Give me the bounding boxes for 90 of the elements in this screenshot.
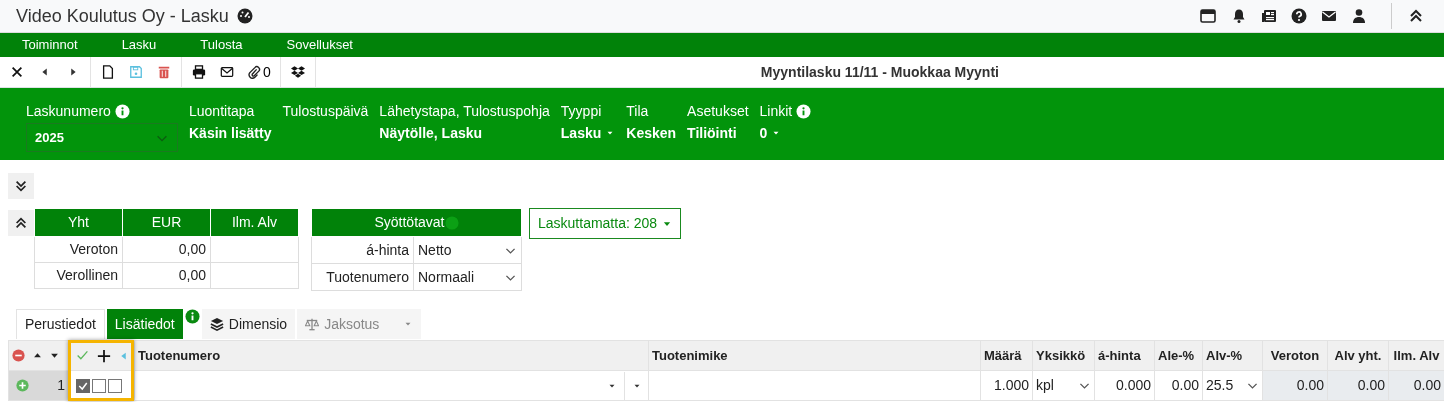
chevrons-up-icon	[14, 216, 28, 230]
tab[interactable]: Perustiedot	[16, 309, 105, 339]
input-field[interactable]: 1.000	[980, 370, 1033, 401]
collapse-button[interactable]	[8, 210, 34, 236]
field-label: Luontitapa	[189, 102, 255, 120]
expand-button[interactable]	[8, 173, 34, 199]
column-header: Yksikkö	[1032, 340, 1095, 371]
table-cell: 0,00	[122, 236, 211, 263]
field-value: Näytölle, Lasku	[379, 124, 484, 143]
column-header: Yht	[34, 208, 123, 237]
dashboard-icon	[236, 8, 253, 24]
row-label: Verollinen	[34, 262, 123, 289]
mail-icon[interactable]	[1321, 8, 1337, 24]
menu-item[interactable]: Toiminnot	[0, 33, 100, 57]
column-header: Tuotenumero	[134, 340, 649, 371]
printer-icon	[192, 65, 206, 79]
column-header: Veroton	[1262, 340, 1328, 371]
window-title: Video Koulutus Oy - Lasku	[16, 4, 229, 28]
checkbox[interactable]	[76, 378, 90, 393]
menu-item[interactable]: Tulosta	[178, 33, 265, 57]
table-cell: 0,00	[122, 262, 211, 289]
table-cell: 0.00	[1296, 377, 1324, 393]
move-down-icon[interactable]	[50, 351, 59, 360]
highlight-frame	[68, 340, 134, 401]
file-icon	[101, 65, 115, 79]
table-cell: 0.00	[1413, 377, 1441, 393]
row-number: 1	[57, 376, 65, 395]
save-icon	[129, 65, 143, 79]
mode-select[interactable]: Netto	[414, 237, 521, 263]
user-icon[interactable]	[1351, 8, 1367, 24]
input-field[interactable]: 0.00	[1154, 370, 1203, 401]
field-label: Linkit	[759, 102, 793, 120]
bell-icon[interactable]	[1231, 8, 1247, 24]
column-header: Ale-%	[1154, 340, 1203, 371]
field-label: Lähetystapa, Tulostuspohja	[379, 102, 550, 120]
menu-item[interactable]: Lasku	[99, 33, 179, 57]
paperclip-icon	[247, 65, 261, 79]
table-title: Syöttötavat	[374, 213, 445, 232]
add-icon[interactable]	[97, 348, 111, 363]
column-header: á-hinta	[1094, 340, 1155, 371]
row-label: á-hinta	[311, 236, 414, 264]
trash-icon	[157, 65, 171, 79]
tab[interactable]: Dimensio	[201, 309, 296, 339]
close-icon	[10, 65, 24, 79]
move-up-icon[interactable]	[33, 351, 42, 360]
window-icon[interactable]	[1199, 8, 1217, 24]
invoice-number-select[interactable]: 2025	[26, 123, 178, 152]
page-title: Myyntilasku 11/11 - Muokkaa Myynti	[760, 63, 999, 80]
column-header: Ilm. Alv	[1388, 340, 1444, 371]
info-icon[interactable]	[796, 103, 812, 119]
tab[interactable]: Lisätiedot	[106, 309, 183, 339]
column-header: Ilm. Alv	[210, 208, 299, 237]
checkbox[interactable]	[92, 378, 106, 393]
dropbox-icon	[290, 65, 305, 79]
column-header: EUR	[122, 208, 211, 237]
layers-icon	[209, 317, 224, 331]
mail-icon	[220, 65, 234, 79]
field-label: Tulostuspäivä	[282, 102, 369, 120]
checkbox[interactable]	[108, 378, 122, 393]
field-value: Käsin lisätty	[189, 124, 272, 143]
info-icon[interactable]	[114, 103, 130, 119]
column-header: Alv-%	[1202, 340, 1263, 371]
field-value: Tiliöinti	[687, 124, 738, 143]
unbilled-button[interactable]: Laskuttamatta: 208	[529, 208, 682, 239]
field-dropdown[interactable]: 0	[759, 120, 812, 146]
balance-icon	[305, 317, 320, 331]
field-value: Kesken	[626, 124, 677, 143]
mode-select[interactable]: Normaali	[414, 264, 521, 290]
column-header: Tuotenimike	[648, 340, 981, 371]
field-label: Laskunumero	[26, 102, 111, 120]
chevrons-down-icon	[14, 179, 28, 193]
help-icon[interactable]	[1291, 8, 1307, 24]
row-label: Veroton	[34, 236, 123, 263]
column-header: Alv yht.	[1327, 340, 1389, 371]
check-icon[interactable]	[76, 349, 89, 362]
info-icon[interactable]	[184, 309, 200, 324]
attachment-button[interactable]: 0	[241, 56, 277, 88]
table-cell: 0.00	[1357, 377, 1385, 393]
menu-item[interactable]: Sovellukset	[264, 33, 375, 57]
newspaper-icon[interactable]	[1261, 8, 1277, 24]
column-header: Määrä	[980, 340, 1033, 371]
field-dropdown[interactable]: Lasku	[560, 120, 616, 146]
field-label: Tyyppi	[560, 102, 602, 120]
collapse-icon[interactable]	[1408, 8, 1424, 24]
row-label: Tuotenumero	[311, 263, 414, 291]
input-field[interactable]: 0.000	[1094, 370, 1155, 401]
add-row-icon[interactable]	[16, 379, 29, 392]
field-label: Asetukset	[687, 102, 749, 120]
field-label: Tila	[626, 102, 649, 120]
delete-row-icon[interactable]	[12, 349, 25, 362]
